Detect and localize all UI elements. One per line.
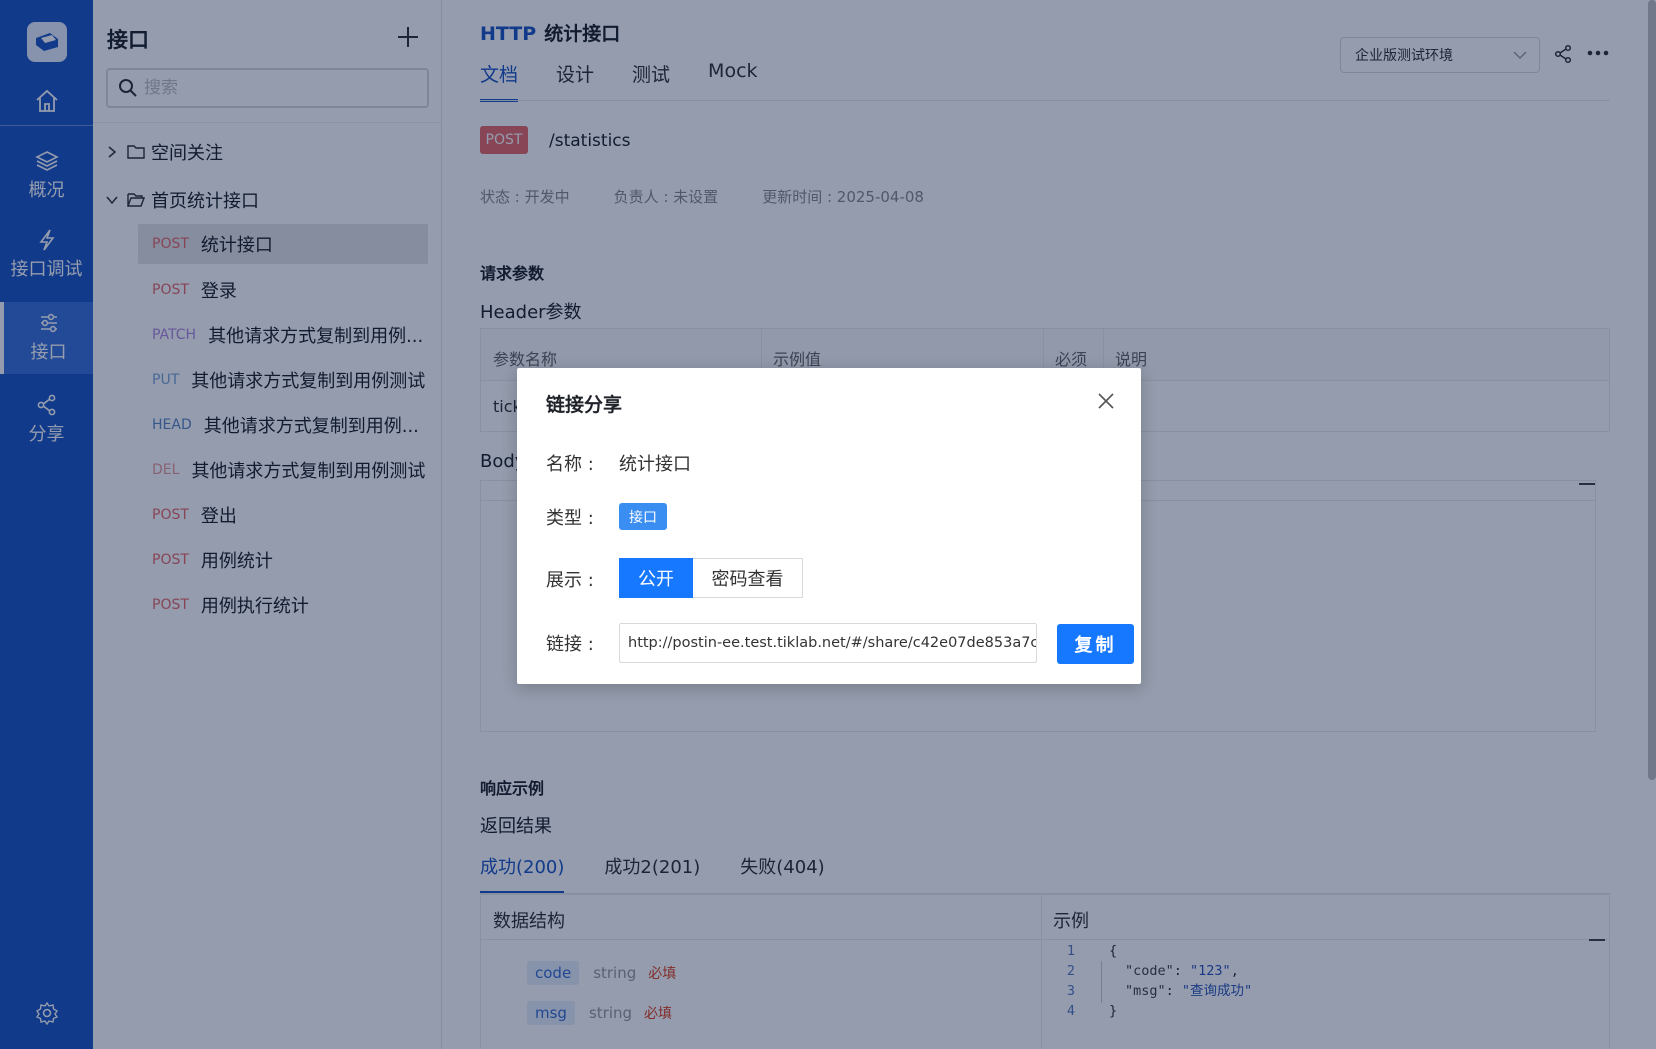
copy-button[interactable]: 复制 (1057, 624, 1134, 664)
type-tag: 接口 (619, 503, 667, 530)
type-label: 类型 : (546, 508, 594, 529)
display-label: 展示 : (546, 570, 594, 591)
share-link-field[interactable]: http://postin-ee.test.tiklab.net/#/share… (619, 623, 1037, 663)
share-link-modal: 链接分享 名称 : 统计接口 类型 : 接口 展示 : 公开 密码查看 链接 :… (517, 368, 1141, 684)
link-label: 链接 : (546, 634, 594, 655)
name-label: 名称 : (546, 454, 594, 475)
public-option[interactable]: 公开 (619, 558, 693, 598)
name-value: 统计接口 (619, 454, 691, 475)
password-option[interactable]: 密码查看 (693, 558, 803, 598)
display-toggle: 公开 密码查看 (619, 558, 803, 598)
close-icon[interactable] (1097, 392, 1115, 410)
modal-title: 链接分享 (546, 394, 623, 416)
